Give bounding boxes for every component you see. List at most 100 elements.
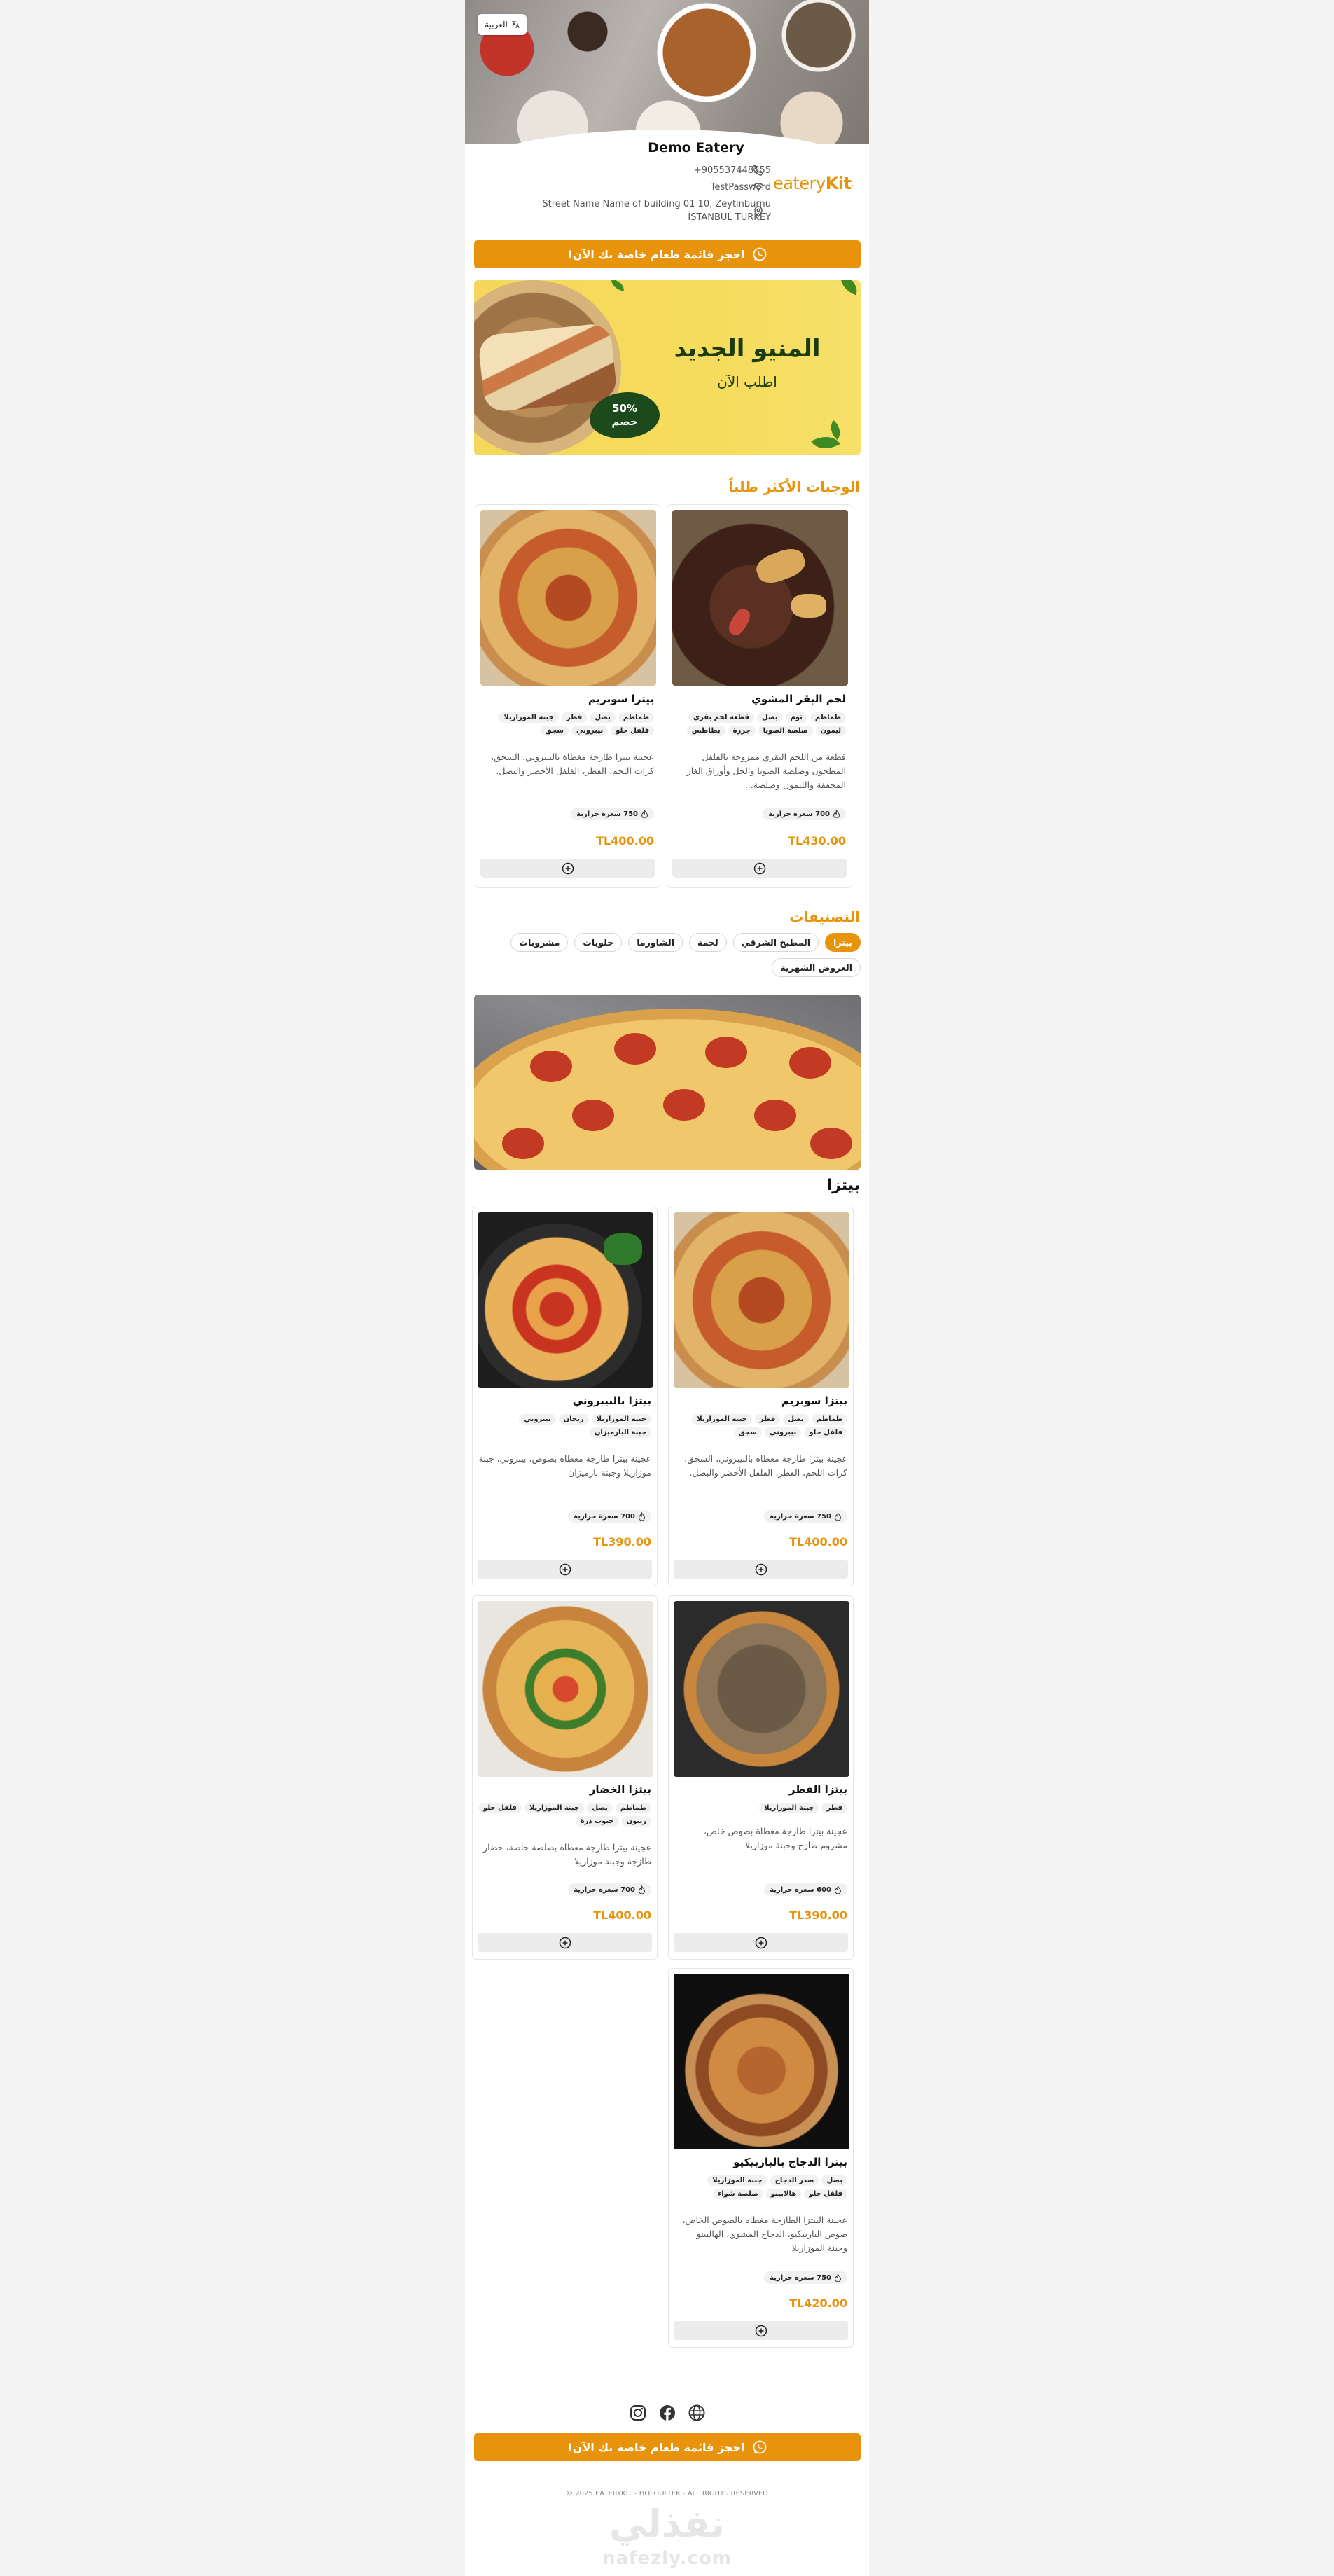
- potato-chunk: [791, 594, 826, 618]
- leaf-decoration: [609, 280, 626, 291]
- language-button[interactable]: العربية: [478, 14, 527, 35]
- popular-card[interactable]: بيتزا سوبريم طماطم بصل فطر جبنة الموزاري…: [475, 504, 660, 888]
- social-links: [465, 2403, 869, 2423]
- tag: جبنة الموزاريلا: [692, 1414, 752, 1425]
- add-to-cart-button[interactable]: [478, 1560, 652, 1579]
- tag: حبوب ذرة: [575, 1816, 619, 1827]
- add-to-cart-button[interactable]: [480, 859, 655, 878]
- add-to-cart-button[interactable]: [478, 1933, 652, 1952]
- pepperoni: [502, 1128, 544, 1159]
- dish-name: لحم البقر المشوي: [751, 693, 846, 705]
- plus-circle-icon: [559, 1563, 571, 1575]
- menu-item-card[interactable]: بيتزا الخضار طماطم بصل جبنة الموزاريلا ف…: [472, 1595, 658, 1960]
- pepperoni: [705, 1037, 747, 1068]
- add-to-cart-button[interactable]: [674, 2321, 848, 2340]
- promo-banner[interactable]: 50% خصم المنيو الجديد اطلب الآن: [474, 280, 861, 455]
- facebook-icon[interactable]: [658, 2403, 677, 2423]
- cta-button-top[interactable]: احجز قائمة طعام خاصة بك الآن!: [474, 240, 861, 268]
- dish-image: [674, 1601, 849, 1777]
- leaf-decoration: [836, 280, 861, 296]
- flame-icon: [834, 1512, 842, 1521]
- address-line-1: Street Name Name of building 01 10, Zeyt…: [542, 199, 771, 209]
- calories-badge: 750 سعرة حرارية: [764, 1510, 847, 1523]
- categories-section-title: التصنيفات: [789, 908, 860, 925]
- menu-item-card[interactable]: بيتزا الدجاج بالباربيكيو بصل صدر الدجاج …: [668, 1968, 854, 2348]
- phone-icon: [752, 165, 763, 176]
- flame-icon: [638, 1885, 646, 1894]
- menu-page: العربية eateryKit· Demo Eatery +90553744…: [465, 0, 869, 2576]
- category-chip-monthly-offers[interactable]: العروض الشهرية: [772, 958, 861, 977]
- tag: طماطم: [810, 712, 846, 723]
- dish-description: عجينة بيتزا طازجة مغطاة بصوص خاص، مشروم …: [703, 1826, 847, 1850]
- tag: سجق: [733, 1427, 762, 1438]
- plus-circle-icon: [755, 1937, 767, 1948]
- badge-percent: 50%: [612, 402, 637, 415]
- tag: سجق: [540, 726, 569, 736]
- tag: بيبروني: [764, 1427, 802, 1438]
- dish-tags: جبنة الموزاريلا ريحان بيبروني جبنة البار…: [478, 1414, 651, 1438]
- category-chip-shawarma[interactable]: الشاورما: [628, 933, 683, 952]
- tag: ثوم: [785, 712, 807, 723]
- tag: بطاطس: [686, 726, 725, 736]
- menu-item-card[interactable]: بيتزا بالبيبروني جبنة الموزاريلا ريحان ب…: [472, 1207, 658, 1586]
- flame-icon: [641, 810, 648, 818]
- globe-icon[interactable]: [687, 2403, 707, 2423]
- pepperoni: [572, 1100, 614, 1131]
- dish-description: عجينة بيتزا طازجة مغطاة بالبيبروني، السج…: [491, 752, 654, 776]
- dish-name: بيتزا بالبيبروني: [572, 1394, 651, 1407]
- cta-button-bottom[interactable]: احجز قائمة طعام خاصة بك الآن!: [474, 2433, 861, 2461]
- dish-description: عجينة بيتزا طازجة مغطاة بصلصة خاصة، خضار…: [483, 1842, 651, 1867]
- pepperoni: [530, 1051, 572, 1082]
- menu-item-card[interactable]: بيتزا الفطر فطر جبنة الموزاريلا عجينة بي…: [668, 1595, 854, 1960]
- plus-circle-icon: [753, 862, 765, 874]
- add-to-cart-button[interactable]: [674, 1560, 848, 1579]
- category-chip-pizza[interactable]: بيتزا: [825, 933, 861, 952]
- watermark-arabic: نفذلي: [609, 2502, 725, 2546]
- category-chip-oriental[interactable]: المطبخ الشرقي: [732, 933, 819, 952]
- category-chip-desserts[interactable]: حلويات: [574, 933, 623, 952]
- category-chip-meat[interactable]: لحمة: [689, 933, 727, 952]
- dish-image: [674, 1212, 849, 1388]
- category-chips: بيتزا المطبخ الشرقي لحمة الشاورما حلويات…: [474, 933, 861, 977]
- popular-card[interactable]: لحم البقر المشوي طماطم ثوم بصل قطعة لحم …: [667, 504, 852, 888]
- tag: طماطم: [618, 712, 654, 723]
- category-chip-drinks[interactable]: مشروبات: [510, 933, 569, 952]
- calories-text: 750 سعرة حرارية: [770, 1512, 831, 1521]
- dish-tags: فطر جبنة الموزاريلا: [674, 1803, 847, 1813]
- dish-name: بيتزا الفطر: [788, 1783, 847, 1796]
- category-banner-image: [474, 995, 861, 1170]
- whatsapp-icon: [753, 247, 766, 261]
- dish-price: TL400.00: [593, 1909, 651, 1922]
- dish-price: TL400.00: [789, 1535, 847, 1549]
- calories-badge: 700 سعرة حرارية: [763, 808, 846, 820]
- plus-circle-icon: [755, 2325, 767, 2336]
- instagram-icon[interactable]: [628, 2403, 648, 2423]
- logo-bold-text: Kit: [825, 174, 852, 193]
- dish-image: [478, 1212, 653, 1388]
- eaterykit-logo: eateryKit·: [773, 174, 854, 193]
- calories-text: 700 سعرة حرارية: [574, 1512, 635, 1521]
- tag: طماطم: [811, 1414, 847, 1425]
- flame-icon: [638, 1512, 646, 1521]
- dish-price: TL430.00: [788, 834, 846, 847]
- flame-icon: [834, 2273, 842, 2282]
- dish-description: عجينة بيتزا طازجة مغطاة بصوص، بيبروني، ج…: [478, 1453, 651, 1478]
- banner-wraps-image: [477, 322, 618, 413]
- add-to-cart-button[interactable]: [672, 859, 847, 878]
- tag: جبنة الموزاريلا: [499, 712, 559, 723]
- dish-name: بيتزا سوبريم: [588, 693, 654, 705]
- dish-tags: طماطم بصل جبنة الموزاريلا فلفل حلو زيتون…: [478, 1803, 651, 1827]
- banner-subtitle: اطلب الآن: [717, 373, 777, 390]
- popular-section-title: الوجبات الأكثر طلباً: [728, 478, 860, 495]
- dish-image: [480, 510, 656, 686]
- calories-badge: 700 سعرة حرارية: [568, 1883, 651, 1896]
- tag: صلصة الصويا: [758, 726, 813, 736]
- add-to-cart-button[interactable]: [674, 1933, 848, 1952]
- dish-tags: بصل صدر الدجاج جبنة الموزاريلا فلفل حلو …: [674, 2175, 847, 2199]
- menu-item-card[interactable]: بيتزا سوبريم طماطم بصل فطر جبنة الموزاري…: [668, 1207, 854, 1586]
- tag: فطر: [754, 1414, 781, 1425]
- tag: جبنة الموزاريلا: [524, 1803, 585, 1813]
- badge-label: خصم: [611, 415, 638, 428]
- tag: طماطم: [615, 1803, 651, 1813]
- tag: بصل: [756, 712, 783, 723]
